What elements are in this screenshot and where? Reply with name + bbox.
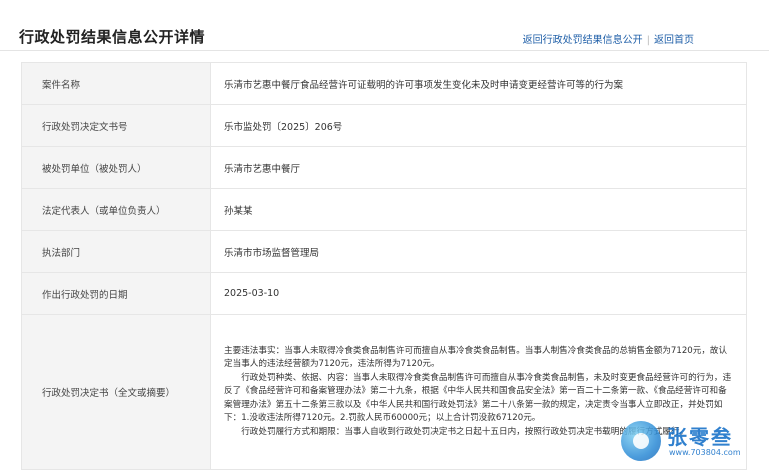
decision-paragraph: 主要违法事实：当事人未取得冷食类食品制售许可而擅自从事冷食类食品制售。当事人制售… [224,346,728,370]
table-row: 法定代表人（或单位负责人） 孙某某 [21,188,747,231]
watermark-url: www.703804.com [669,448,741,457]
page-title: 行政处罚结果信息公开详情 [19,28,206,46]
row-label: 执法部门 [21,230,211,273]
table-row: 执法部门 乐清市市场监督管理局 [21,230,747,273]
penalized-party-value: 乐清市艺惠中餐厅 [210,146,747,189]
watermark-name: 张零叁 [667,425,733,449]
row-label: 被处罚单位（被处罚人） [21,146,211,189]
table-row: 被处罚单位（被处罚人） 乐清市艺惠中餐厅 [21,146,747,189]
back-to-list-link[interactable]: 返回行政处罚结果信息公开 [523,35,643,46]
penalty-detail-table: 案件名称 乐清市艺惠中餐厅食品经营许可证载明的许可事项发生变化未及时申请变更经营… [21,62,747,470]
table-row: 案件名称 乐清市艺惠中餐厅食品经营许可证载明的许可事项发生变化未及时申请变更经营… [21,62,747,105]
decision-paragraph: 行政处罚种类、依据、内容：当事人未取得冷食类食品制售许可而擅自从事冷食类食品制售… [224,372,732,424]
page-header: 行政处罚结果信息公开详情 返回行政处罚结果信息公开 | 返回首页 [0,0,769,51]
row-label: 行政处罚决定文书号 [21,104,211,147]
table-row: 作出行政处罚的日期 2025-03-10 [21,272,747,315]
row-label: 行政处罚决定书（全文或摘要） [21,314,211,470]
watermark: 张零叁 www.703804.com [621,419,763,463]
case-name-value: 乐清市艺惠中餐厅食品经营许可证载明的许可事项发生变化未及时申请变更经营许可等的行… [210,62,747,105]
penalty-date-value: 2025-03-10 [210,272,747,315]
document-number-value: 乐市监处罚〔2025〕206号 [210,104,747,147]
back-to-home-link[interactable]: 返回首页 [654,35,694,46]
legal-representative-value: 孙某某 [210,188,747,231]
enforcement-department-value: 乐清市市场监督管理局 [210,230,747,273]
row-label: 作出行政处罚的日期 [21,272,211,315]
row-label: 案件名称 [21,62,211,105]
link-separator: | [646,35,650,46]
row-label: 法定代表人（或单位负责人） [21,188,211,231]
table-row: 行政处罚决定文书号 乐市监处罚〔2025〕206号 [21,104,747,147]
header-links: 返回行政处罚结果信息公开 | 返回首页 [523,31,694,46]
watermark-logo-icon [621,421,661,461]
